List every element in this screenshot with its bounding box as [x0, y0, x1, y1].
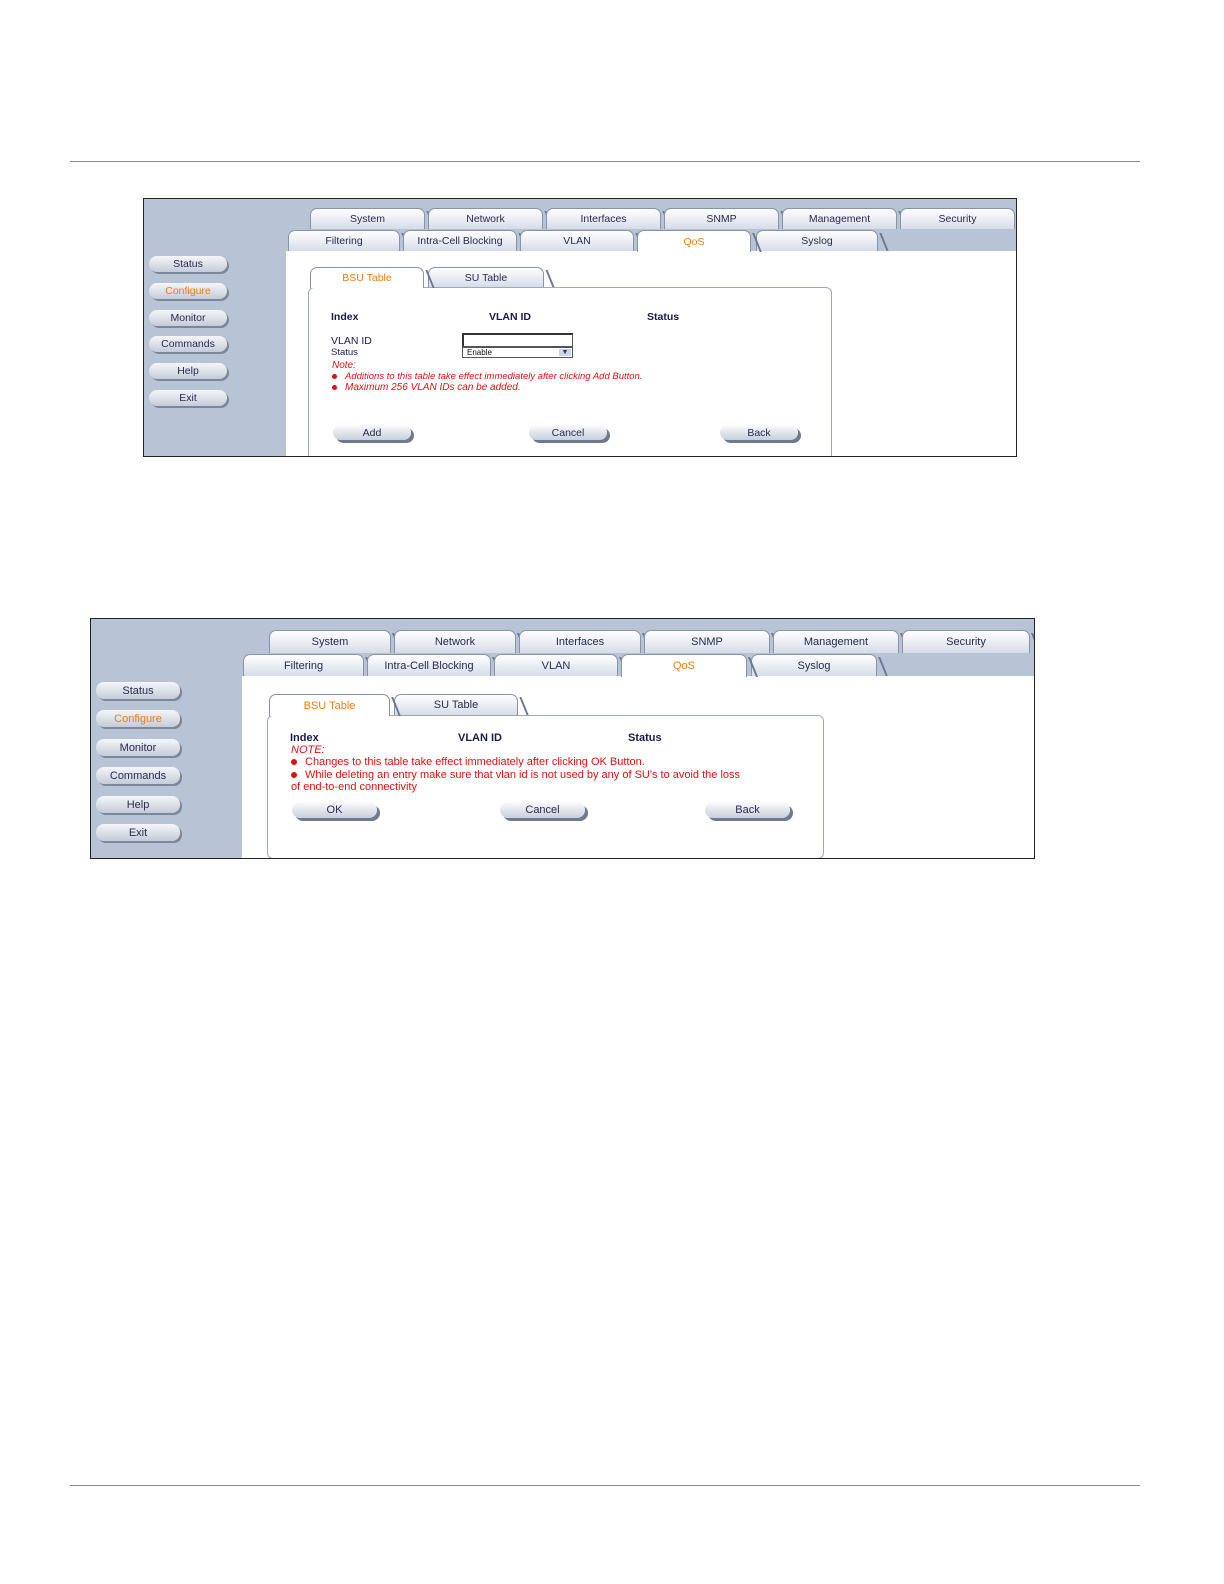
- tab-system[interactable]: System: [269, 630, 403, 653]
- status-column-header: Status: [628, 732, 662, 744]
- nav-commands-button[interactable]: Commands: [96, 767, 180, 784]
- nav-configure-button[interactable]: Configure: [96, 710, 180, 727]
- nav-help-button[interactable]: Help: [149, 363, 227, 379]
- vlan-id-column-header: VLAN ID: [458, 732, 502, 744]
- sidebar: [144, 199, 286, 456]
- screenshot-edit-vlan: System Network Interfaces SNMP Managemen…: [90, 618, 1035, 859]
- tab-security[interactable]: Security: [900, 208, 1015, 229]
- tab-snmp[interactable]: SNMP: [644, 630, 782, 653]
- tab-network[interactable]: Network: [394, 630, 528, 653]
- note-continuation: of end-to-end connectivity: [291, 781, 417, 793]
- nav-exit-button[interactable]: Exit: [149, 390, 227, 406]
- nav-status-button[interactable]: Status: [96, 682, 180, 699]
- tab-su-table[interactable]: SU Table: [428, 267, 555, 287]
- ok-button[interactable]: OK: [292, 802, 377, 818]
- back-button[interactable]: Back: [720, 425, 798, 440]
- note-label: Note:: [332, 360, 356, 371]
- tab-security[interactable]: Security: [902, 630, 1034, 653]
- cancel-button[interactable]: Cancel: [500, 802, 585, 818]
- tab-vlan[interactable]: VLAN: [520, 230, 645, 251]
- note-item: While deleting an entry make sure that v…: [291, 769, 740, 781]
- nav-commands-button[interactable]: Commands: [149, 336, 227, 352]
- cancel-button[interactable]: Cancel: [529, 425, 607, 440]
- vlan-id-input[interactable]: [462, 333, 573, 347]
- back-button[interactable]: Back: [705, 802, 790, 818]
- tab-qos[interactable]: QoS: [637, 230, 762, 252]
- screenshot-add-vlan: System Network Interfaces SNMP Managemen…: [143, 198, 1017, 457]
- tab-interfaces[interactable]: Interfaces: [519, 630, 653, 653]
- status-column-header: Status: [647, 311, 680, 323]
- note-item: Changes to this table take effect immedi…: [291, 756, 645, 768]
- nav-monitor-button[interactable]: Monitor: [96, 739, 180, 756]
- tab-management[interactable]: Management: [782, 208, 908, 229]
- tab-intra-cell-blocking[interactable]: Intra-Cell Blocking: [367, 654, 502, 676]
- note-item: Additions to this table take effect imme…: [332, 371, 642, 382]
- tab-system[interactable]: System: [310, 208, 436, 229]
- tab-qos[interactable]: QoS: [621, 654, 759, 677]
- chevron-down-icon: ▼: [559, 349, 571, 356]
- nav-configure-button[interactable]: Configure: [149, 283, 227, 299]
- nav-help-button[interactable]: Help: [96, 796, 180, 813]
- note-label: NOTE:: [291, 744, 325, 756]
- status-select[interactable]: Enable ▼: [462, 347, 573, 358]
- tab-su-table[interactable]: SU Table: [394, 694, 529, 715]
- index-column-header: Index: [331, 311, 359, 323]
- tab-vlan[interactable]: VLAN: [494, 654, 629, 676]
- tab-intra-cell-blocking[interactable]: Intra-Cell Blocking: [403, 230, 528, 251]
- index-column-header: Index: [290, 732, 319, 744]
- vlan-id-column-header: VLAN ID: [489, 311, 531, 323]
- page-bottom-rule: [70, 1485, 1140, 1486]
- tab-network[interactable]: Network: [428, 208, 554, 229]
- nav-monitor-button[interactable]: Monitor: [149, 310, 227, 326]
- tab-filtering[interactable]: Filtering: [288, 230, 411, 251]
- nav-status-button[interactable]: Status: [149, 256, 227, 272]
- status-label: Status: [331, 347, 358, 358]
- note-item: Maximum 256 VLAN IDs can be added.: [332, 382, 521, 393]
- tab-syslog[interactable]: Syslog: [751, 654, 888, 676]
- content-area: BSU Table SU Table Index VLAN ID Status …: [286, 251, 1016, 456]
- tab-snmp[interactable]: SNMP: [664, 208, 790, 229]
- tab-management[interactable]: Management: [773, 630, 911, 653]
- vlan-id-label: VLAN ID: [331, 335, 372, 347]
- tab-interfaces[interactable]: Interfaces: [546, 208, 672, 229]
- tab-syslog[interactable]: Syslog: [756, 230, 889, 251]
- tab-bsu-table[interactable]: BSU Table: [310, 267, 435, 288]
- tab-bsu-table[interactable]: BSU Table: [269, 694, 401, 716]
- tab-filtering[interactable]: Filtering: [243, 654, 375, 676]
- add-button[interactable]: Add: [333, 425, 411, 440]
- content-area: BSU Table SU Table Index VLAN ID Status …: [242, 676, 1034, 858]
- nav-exit-button[interactable]: Exit: [96, 824, 180, 841]
- page-top-rule: [70, 161, 1140, 162]
